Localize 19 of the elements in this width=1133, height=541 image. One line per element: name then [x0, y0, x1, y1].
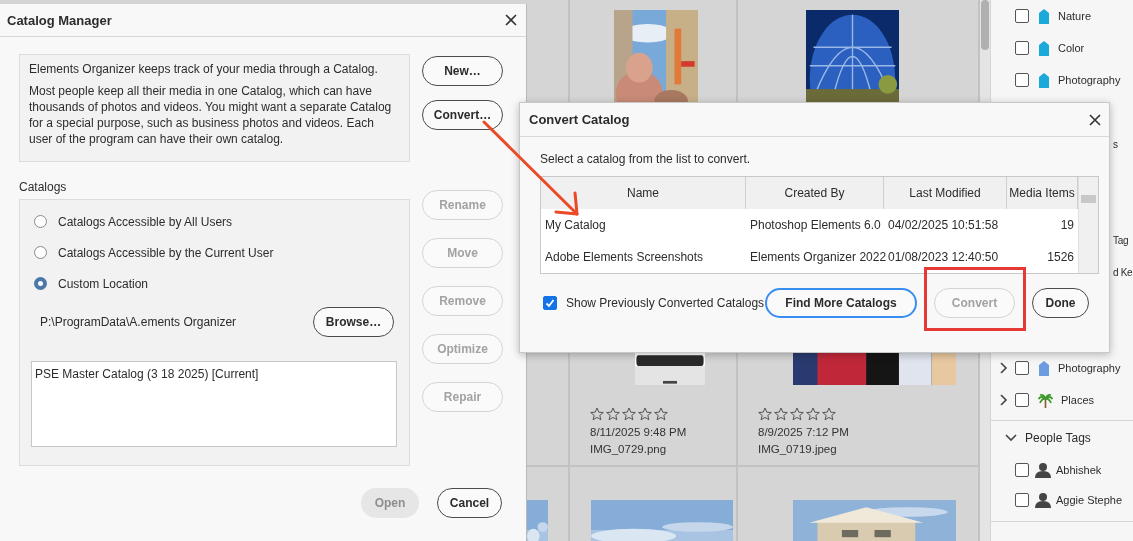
instruction-text: Select a catalog from the list to convert.	[540, 152, 752, 166]
window-title: Catalog Manager	[7, 12, 112, 28]
table-cell-text: 04/02/2025 10:51:58	[887, 217, 1000, 234]
table-cell-text: 1526	[1046, 249, 1075, 266]
dialog-title: Convert Catalog	[529, 112, 630, 127]
table-cell-text: Adobe Elements Screenshots	[544, 249, 705, 266]
info-text: Elements Organizer keeps track of your media through a Catalog.	[29, 61, 379, 77]
table-cell-text: 19	[1059, 217, 1075, 234]
table-cell-text: My Catalog	[544, 217, 607, 234]
media-filename: IMG_0729.png	[590, 442, 667, 457]
media-date: 8/9/2025 7:12 PM	[758, 425, 849, 440]
location-path: P:\ProgramData\A.ements Organizer	[40, 315, 237, 329]
table-cell-text: Elements Organizer 2022	[749, 249, 884, 266]
media-filename: IMG_0719.jpeg	[758, 442, 837, 457]
table-cell-text: 01/08/2023 12:40:50	[887, 249, 1000, 266]
section-label: Catalogs	[19, 180, 68, 194]
table-cell-text: Photoshop Elements 6.0	[749, 217, 882, 234]
info-text: Most people keep all their media in one Catalog, which can have thousands of photos and videos. You might want a separate Catalog for a special purpose, such as business photos and videos. Each user of the program can have their own catalog.	[29, 83, 393, 147]
media-date: 8/11/2025 9:48 PM	[590, 425, 687, 440]
